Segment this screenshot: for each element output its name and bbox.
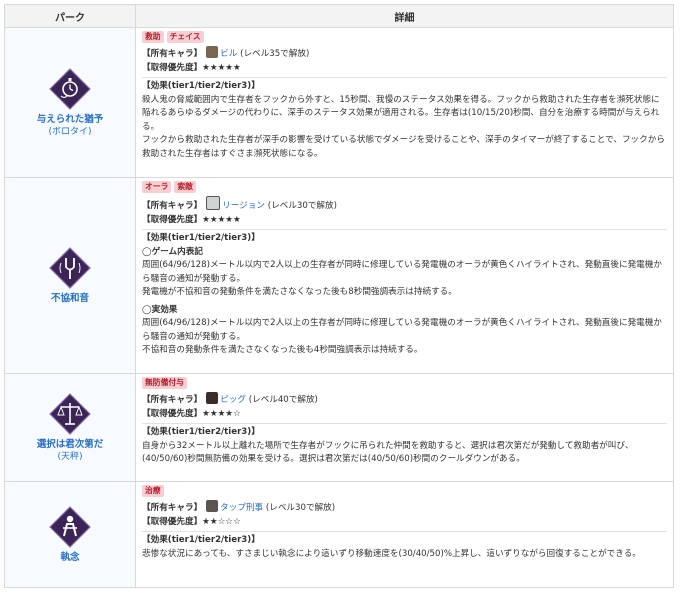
perk-table: パーク 詳細 与えられた猶予 (ボロタイ) 救助 チェイス 【所有キャラ】 ビル… [4, 4, 674, 588]
character-link[interactable]: ピッグ [220, 395, 246, 405]
unlock-text: (レベル30で解放) [263, 503, 336, 513]
table-row: 執念 治療 【所有キャラ】 タップ刑事 (レベル30で解放) 【取得優先度】★★☆… [4, 481, 674, 588]
perk-cell: 執念 [4, 481, 136, 588]
perk-name[interactable]: 執念 [6, 551, 134, 564]
effect-text: 周囲(64/96/128)メートル以内で2人以上の生存者が同時に修理している発電… [142, 260, 662, 284]
perk-cell: 不協和音 [4, 177, 136, 374]
character-label: 【所有キャラ】 [142, 49, 203, 59]
scales-icon [49, 392, 91, 435]
character-link[interactable]: タップ刑事 [220, 503, 263, 513]
tag-badge[interactable]: 索敵 [174, 181, 196, 193]
section-title: ◯実効果 [142, 304, 178, 315]
pocket-watch-icon [49, 67, 91, 110]
crawling-survivor-icon [49, 505, 91, 548]
perk-alias: (天秤) [57, 451, 83, 462]
priority-label: 【取得優先度】 [142, 214, 203, 225]
effect-text: 発電機が不協和音の発動条件を満たさなくなった後も8秒間強調表示は持続する。 [142, 287, 457, 297]
tag-badge[interactable]: オーラ [142, 181, 172, 193]
perk-name[interactable]: 与えられた猶予 [6, 113, 134, 126]
effect-text: 自身から32メートル以上離れた場所で生存者がフックに吊られた仲間を救助すると、選… [142, 440, 634, 465]
priority-stars: ★★★★★ [202, 214, 241, 225]
divider [142, 531, 667, 532]
detail-cell: オーラ 索敵 【所有キャラ】 リージョン (レベル30で解放) 【取得優先度】★★★… [135, 177, 674, 374]
character-row: 【所有キャラ】 タップ刑事 (レベル30で解放) [142, 500, 667, 516]
effect-text: 殺人鬼の脅威範囲内で生存者をフックから外すと、15秒間、我慢のステータス効果を得… [142, 94, 660, 132]
tag-list: 無防備付与 [142, 377, 667, 391]
character-label: 【所有キャラ】 [142, 503, 203, 513]
character-avatar [206, 392, 219, 404]
effect-label: 【効果(tier1/tier2/tier3)】 [142, 81, 260, 91]
table-row: 不協和音 オーラ 索敵 【所有キャラ】 リージョン (レベル30で解放) 【取得優先… [4, 177, 674, 374]
priority-row: 【取得優先度】★★☆☆☆ [142, 516, 667, 530]
unlock-text: (レベル30で解放) [264, 201, 337, 211]
header-perk: パーク [4, 4, 136, 28]
unlock-text: (レベル40で解放) [245, 395, 318, 405]
character-label: 【所有キャラ】 [142, 395, 203, 405]
detail-cell: 救助 チェイス 【所有キャラ】 ビル (レベル35で解放) 【取得優先度】★★★★★… [135, 27, 674, 178]
detail-cell: 治療 【所有キャラ】 タップ刑事 (レベル30で解放) 【取得優先度】★★☆☆☆ … [135, 481, 674, 588]
divider [142, 77, 667, 78]
unlock-text: (レベル35で解放) [237, 49, 310, 59]
divider [142, 423, 667, 424]
divider [142, 229, 667, 230]
priority-stars: ★★☆☆☆ [202, 516, 241, 527]
priority-stars: ★★★★★ [202, 62, 241, 73]
header-detail: 詳細 [135, 4, 674, 28]
priority-stars: ★★★★☆ [202, 408, 241, 419]
effect-text: 不協和音の発動条件を満たさなくなった後も4秒間強調表示は持続する。 [142, 345, 423, 355]
effect-text: 周囲(64/96/128)メートル以内で2人以上の生存者が同時に修理している発電… [142, 318, 662, 342]
priority-label: 【取得優先度】 [142, 62, 203, 73]
priority-label: 【取得優先度】 [142, 516, 203, 527]
table-header-row: パーク 詳細 [4, 4, 674, 28]
priority-row: 【取得優先度】★★★★★ [142, 62, 667, 76]
character-avatar [206, 500, 219, 512]
character-link[interactable]: ビル [220, 49, 237, 59]
tag-list: 治療 [142, 485, 667, 499]
character-row: 【所有キャラ】 リージョン (レベル30で解放) [142, 196, 667, 214]
character-avatar [206, 196, 221, 210]
perk-cell: 与えられた猶予 (ボロタイ) [4, 27, 136, 178]
effect-label: 【効果(tier1/tier2/tier3)】 [142, 535, 260, 545]
priority-label: 【取得優先度】 [142, 408, 203, 419]
table-row: 与えられた猶予 (ボロタイ) 救助 チェイス 【所有キャラ】 ビル (レベル35で解… [4, 27, 674, 178]
perk-alias: (ボロタイ) [48, 126, 92, 137]
priority-row: 【取得優先度】★★★★★ [142, 214, 667, 228]
perk-name[interactable]: 不協和音 [6, 292, 134, 305]
character-row: 【所有キャラ】 ビル (レベル35で解放) [142, 46, 667, 62]
priority-row: 【取得優先度】★★★★☆ [142, 408, 667, 422]
detail-cell: 無防備付与 【所有キャラ】 ピッグ (レベル40で解放) 【取得優先度】★★★★☆… [135, 373, 674, 482]
effect-text: フックから救助された生存者が深手の影響を受けている状態でダメージを受けることや、… [142, 135, 665, 159]
tag-list: オーラ 索敵 [142, 181, 667, 195]
tag-badge[interactable]: チェイス [166, 31, 204, 43]
character-avatar [206, 46, 219, 58]
tag-badge[interactable]: 無防備付与 [142, 377, 187, 389]
table-row: 選択は君次第だ (天秤) 無防備付与 【所有キャラ】 ピッグ (レベル40で解放)… [4, 373, 674, 482]
character-link[interactable]: リージョン [222, 201, 265, 211]
character-row: 【所有キャラ】 ピッグ (レベル40で解放) [142, 392, 667, 408]
effect-text: 悲惨な状況にあっても、すさまじい執念により這いずり移動速度を(30/40/50)… [142, 548, 641, 559]
effect-label: 【効果(tier1/tier2/tier3)】 [142, 233, 260, 243]
tag-badge[interactable]: 治療 [142, 485, 164, 497]
tag-badge[interactable]: 救助 [142, 31, 164, 43]
section-title: ◯ゲーム内表記 [142, 246, 203, 257]
perk-name[interactable]: 選択は君次第だ [6, 438, 134, 451]
tuning-fork-icon [49, 246, 91, 289]
tag-list: 救助 チェイス [142, 31, 667, 45]
effect-label: 【効果(tier1/tier2/tier3)】 [142, 427, 260, 437]
perk-cell: 選択は君次第だ (天秤) [4, 373, 136, 482]
character-label: 【所有キャラ】 [142, 201, 203, 211]
perk-table-container: パーク 詳細 与えられた猶予 (ボロタイ) 救助 チェイス 【所有キャラ】 ビル… [4, 4, 680, 588]
